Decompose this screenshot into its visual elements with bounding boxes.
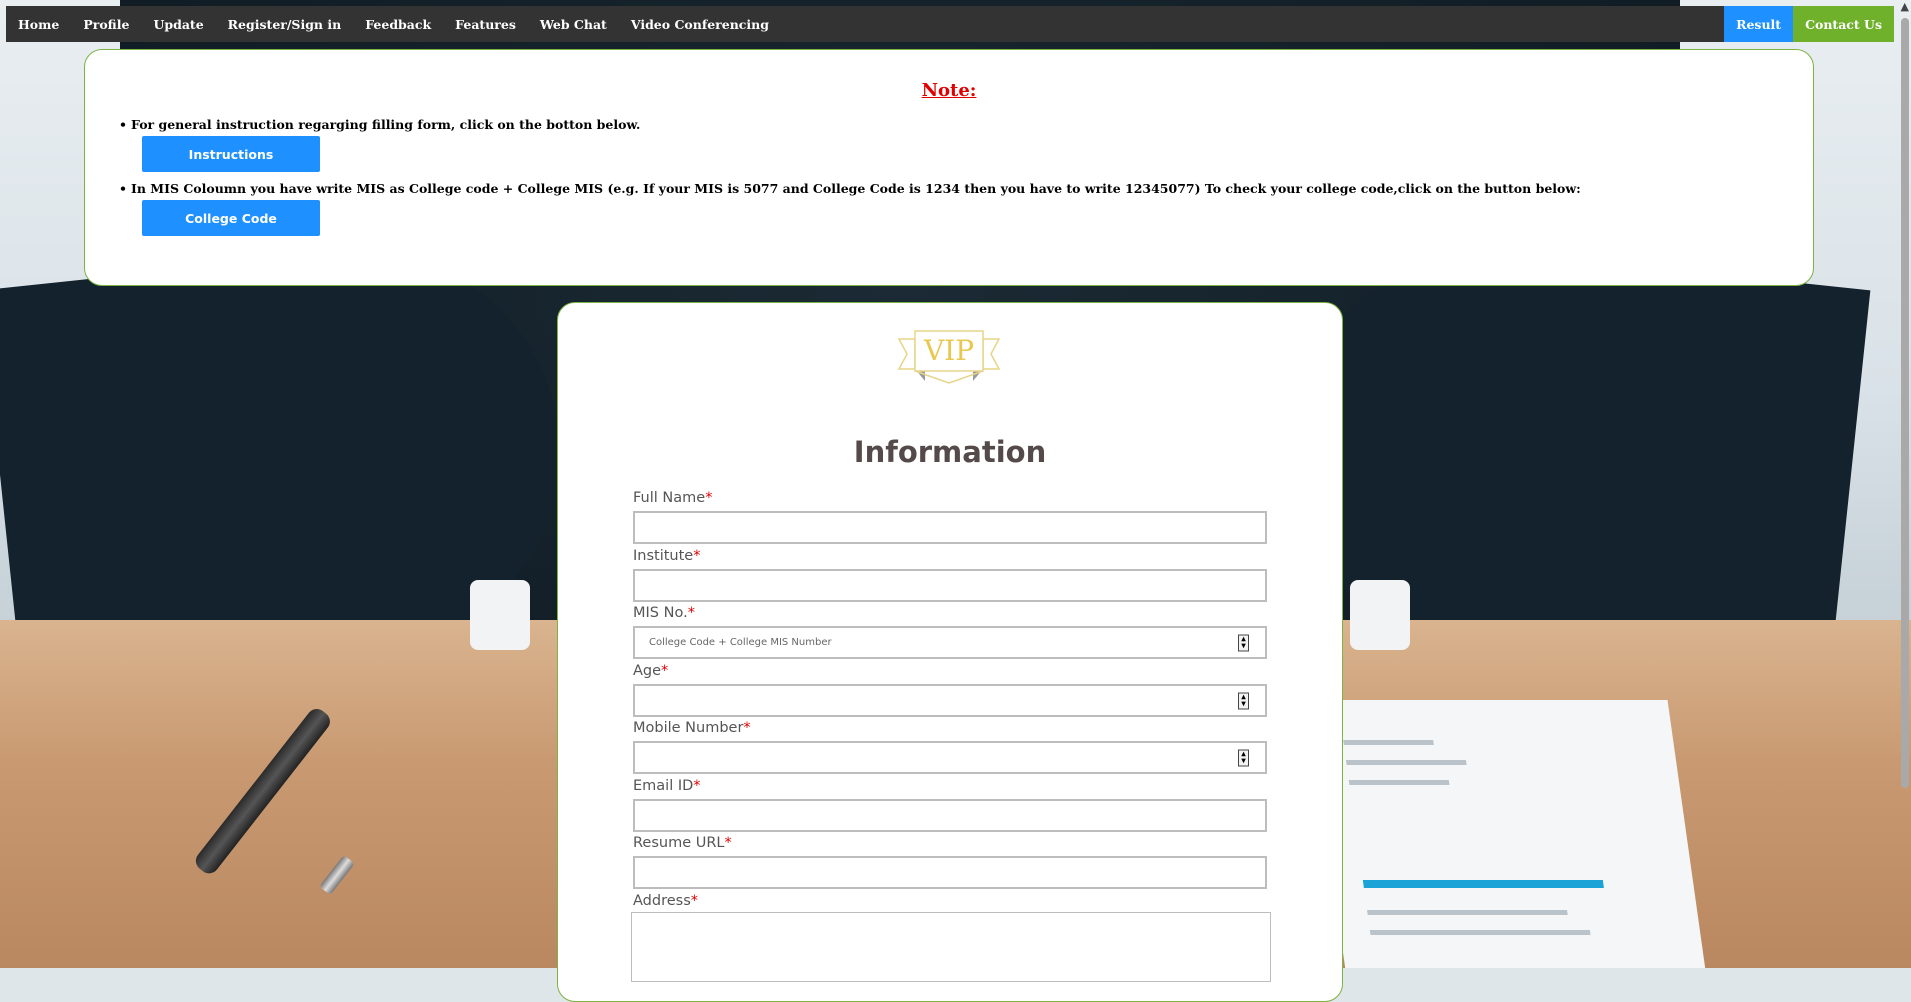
age-spinner-icon[interactable]: ▲ ▼ xyxy=(1238,692,1249,709)
required-mark: * xyxy=(743,720,751,736)
nav-home[interactable]: Home xyxy=(6,6,71,42)
mobile-number-label-text: Mobile Number xyxy=(633,720,744,736)
scrollbar-thumb[interactable] xyxy=(1901,18,1909,788)
institute-input[interactable] xyxy=(633,569,1267,602)
age-input[interactable]: ▲ ▼ xyxy=(633,684,1267,717)
resume-url-label-text: Resume URL xyxy=(633,835,725,851)
address-textarea[interactable] xyxy=(631,912,1271,982)
email-id-label: Email ID* xyxy=(633,778,701,794)
information-form: VIP Information Full Name* Institute* MI… xyxy=(557,302,1343,1002)
mis-no-spinner-icon[interactable]: ▲ ▼ xyxy=(1238,634,1249,651)
full-name-input[interactable] xyxy=(633,511,1267,544)
mobile-spinner-icon[interactable]: ▲ ▼ xyxy=(1238,749,1249,766)
vip-logo-text: VIP xyxy=(923,334,974,367)
institute-label: Institute* xyxy=(633,548,700,564)
resume-url-input[interactable] xyxy=(633,856,1267,889)
note-title: Note: xyxy=(921,80,977,101)
form-title: Information xyxy=(853,435,1047,469)
nav-right-links: Result Contact Us xyxy=(1724,6,1894,42)
required-mark: * xyxy=(693,778,701,794)
mobile-number-input[interactable]: ▲ ▼ xyxy=(633,741,1267,774)
required-mark: * xyxy=(687,605,695,621)
nav-links: Home Profile Update Register/Sign in Fee… xyxy=(6,6,781,42)
required-mark: * xyxy=(690,893,698,909)
email-id-label-text: Email ID xyxy=(633,778,694,794)
note-list: For general instruction regarging fillin… xyxy=(119,117,1581,196)
instructions-button[interactable]: Instructions xyxy=(142,136,320,172)
required-mark: * xyxy=(661,663,669,679)
mis-no-placeholder: College Code + College MIS Number xyxy=(649,637,832,648)
required-mark: * xyxy=(724,835,732,851)
nav-features[interactable]: Features xyxy=(443,6,528,42)
nav-register-sign-in[interactable]: Register/Sign in xyxy=(216,6,354,42)
nav-video-conferencing[interactable]: Video Conferencing xyxy=(619,6,781,42)
required-mark: * xyxy=(705,490,713,506)
required-mark: * xyxy=(693,548,701,564)
institute-label-text: Institute xyxy=(633,548,694,564)
address-label: Address* xyxy=(633,893,698,909)
note-bullet-instructions: For general instruction regarging fillin… xyxy=(119,117,640,132)
age-label-text: Age xyxy=(633,663,662,679)
nav-contact-us[interactable]: Contact Us xyxy=(1793,6,1894,42)
full-name-label-text: Full Name xyxy=(633,490,706,506)
mis-no-input[interactable]: College Code + College MIS Number ▲ ▼ xyxy=(633,626,1267,659)
nav-web-chat[interactable]: Web Chat xyxy=(528,6,619,42)
age-label: Age* xyxy=(633,663,668,679)
note-panel: Note: For general instruction regarging … xyxy=(84,49,1814,286)
college-code-button[interactable]: College Code xyxy=(142,200,320,236)
nav-profile[interactable]: Profile xyxy=(71,6,141,42)
scroll-up-arrow-icon[interactable]: ▲ xyxy=(1901,0,1909,13)
resume-url-label: Resume URL* xyxy=(633,835,732,851)
top-navbar: Home Profile Update Register/Sign in Fee… xyxy=(6,6,1894,42)
nav-result[interactable]: Result xyxy=(1724,6,1794,42)
vip-logo: VIP xyxy=(897,330,1001,384)
mis-no-label: MIS No.* xyxy=(633,605,695,621)
address-label-text: Address xyxy=(633,893,691,909)
mis-no-label-text: MIS No. xyxy=(633,605,688,621)
nav-feedback[interactable]: Feedback xyxy=(353,6,443,42)
mobile-number-label: Mobile Number* xyxy=(633,720,751,736)
nav-update[interactable]: Update xyxy=(141,6,215,42)
full-name-label: Full Name* xyxy=(633,490,712,506)
email-id-input[interactable] xyxy=(633,799,1267,832)
note-bullet-mis: In MIS Coloumn you have write MIS as Col… xyxy=(119,181,1581,196)
